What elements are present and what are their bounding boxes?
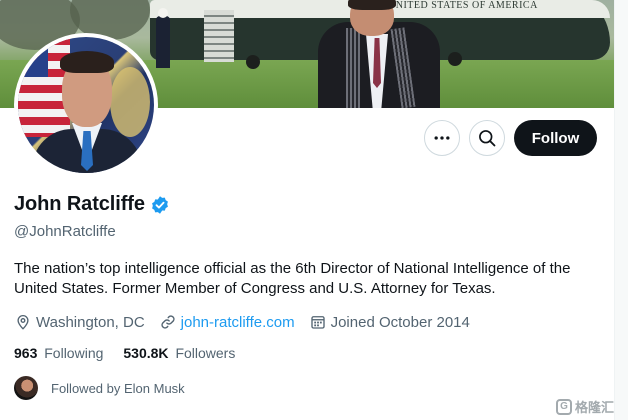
avatar-seal bbox=[110, 67, 150, 137]
banner-wheel bbox=[448, 52, 462, 66]
location-text: Washington, DC bbox=[36, 313, 145, 331]
banner-man-scarf bbox=[346, 28, 360, 108]
avatar-hair bbox=[60, 51, 114, 73]
profile-meta: Washington, DC john-ratcliffe.com Joined… bbox=[14, 313, 484, 331]
user-handle: @JohnRatcliffe bbox=[14, 223, 116, 240]
followed-by-text: Followed by Elon Musk bbox=[51, 380, 185, 396]
website-item: john-ratcliffe.com bbox=[159, 313, 295, 331]
link-icon bbox=[161, 315, 175, 329]
name-row: John Ratcliffe bbox=[14, 193, 170, 216]
followed-by[interactable]: Followed by Elon Musk bbox=[14, 376, 185, 400]
search-icon bbox=[479, 130, 496, 147]
followers-label: Followers bbox=[175, 345, 236, 361]
banner-helicopter-text: UNITED STATES OF AMERICA bbox=[388, 0, 538, 11]
search-button[interactable] bbox=[469, 120, 505, 156]
profile-bio: The nation’s top intelligence official a… bbox=[14, 260, 571, 297]
watermark-logo-icon: G bbox=[556, 398, 572, 415]
website-link[interactable]: john-ratcliffe.com bbox=[181, 314, 295, 331]
watermark-text: 格隆汇 bbox=[575, 400, 615, 415]
followers-stat[interactable]: 530.8K Followers bbox=[123, 345, 235, 361]
following-stat[interactable]: 963 Following bbox=[14, 345, 103, 361]
banner-stairs bbox=[204, 10, 234, 62]
location-item: Washington, DC bbox=[14, 313, 145, 331]
verified-badge-icon[interactable] bbox=[150, 195, 170, 215]
banner-man-hair bbox=[348, 0, 396, 10]
banner-marine bbox=[156, 8, 170, 68]
scrollbar-gutter bbox=[614, 0, 628, 420]
followers-count: 530.8K bbox=[123, 345, 169, 361]
following-label: Following bbox=[44, 345, 104, 361]
following-count: 963 bbox=[14, 345, 38, 361]
avatar-photo bbox=[18, 37, 154, 173]
banner-wheel bbox=[246, 55, 260, 69]
more-horizontal-icon bbox=[434, 136, 450, 140]
more-button[interactable] bbox=[424, 120, 460, 156]
follow-button[interactable]: Follow bbox=[514, 120, 597, 156]
calendar-icon bbox=[310, 316, 325, 329]
follower-avatar bbox=[14, 376, 38, 400]
follow-stats: 963 Following 530.8K Followers bbox=[14, 345, 255, 361]
joined-text: Joined October 2014 bbox=[330, 313, 470, 331]
location-pin-icon bbox=[17, 315, 29, 330]
watermark: G 格隆汇 bbox=[556, 397, 614, 416]
joined-item: Joined October 2014 bbox=[309, 313, 470, 331]
display-name: John Ratcliffe bbox=[14, 193, 145, 215]
profile-avatar[interactable] bbox=[14, 33, 158, 177]
